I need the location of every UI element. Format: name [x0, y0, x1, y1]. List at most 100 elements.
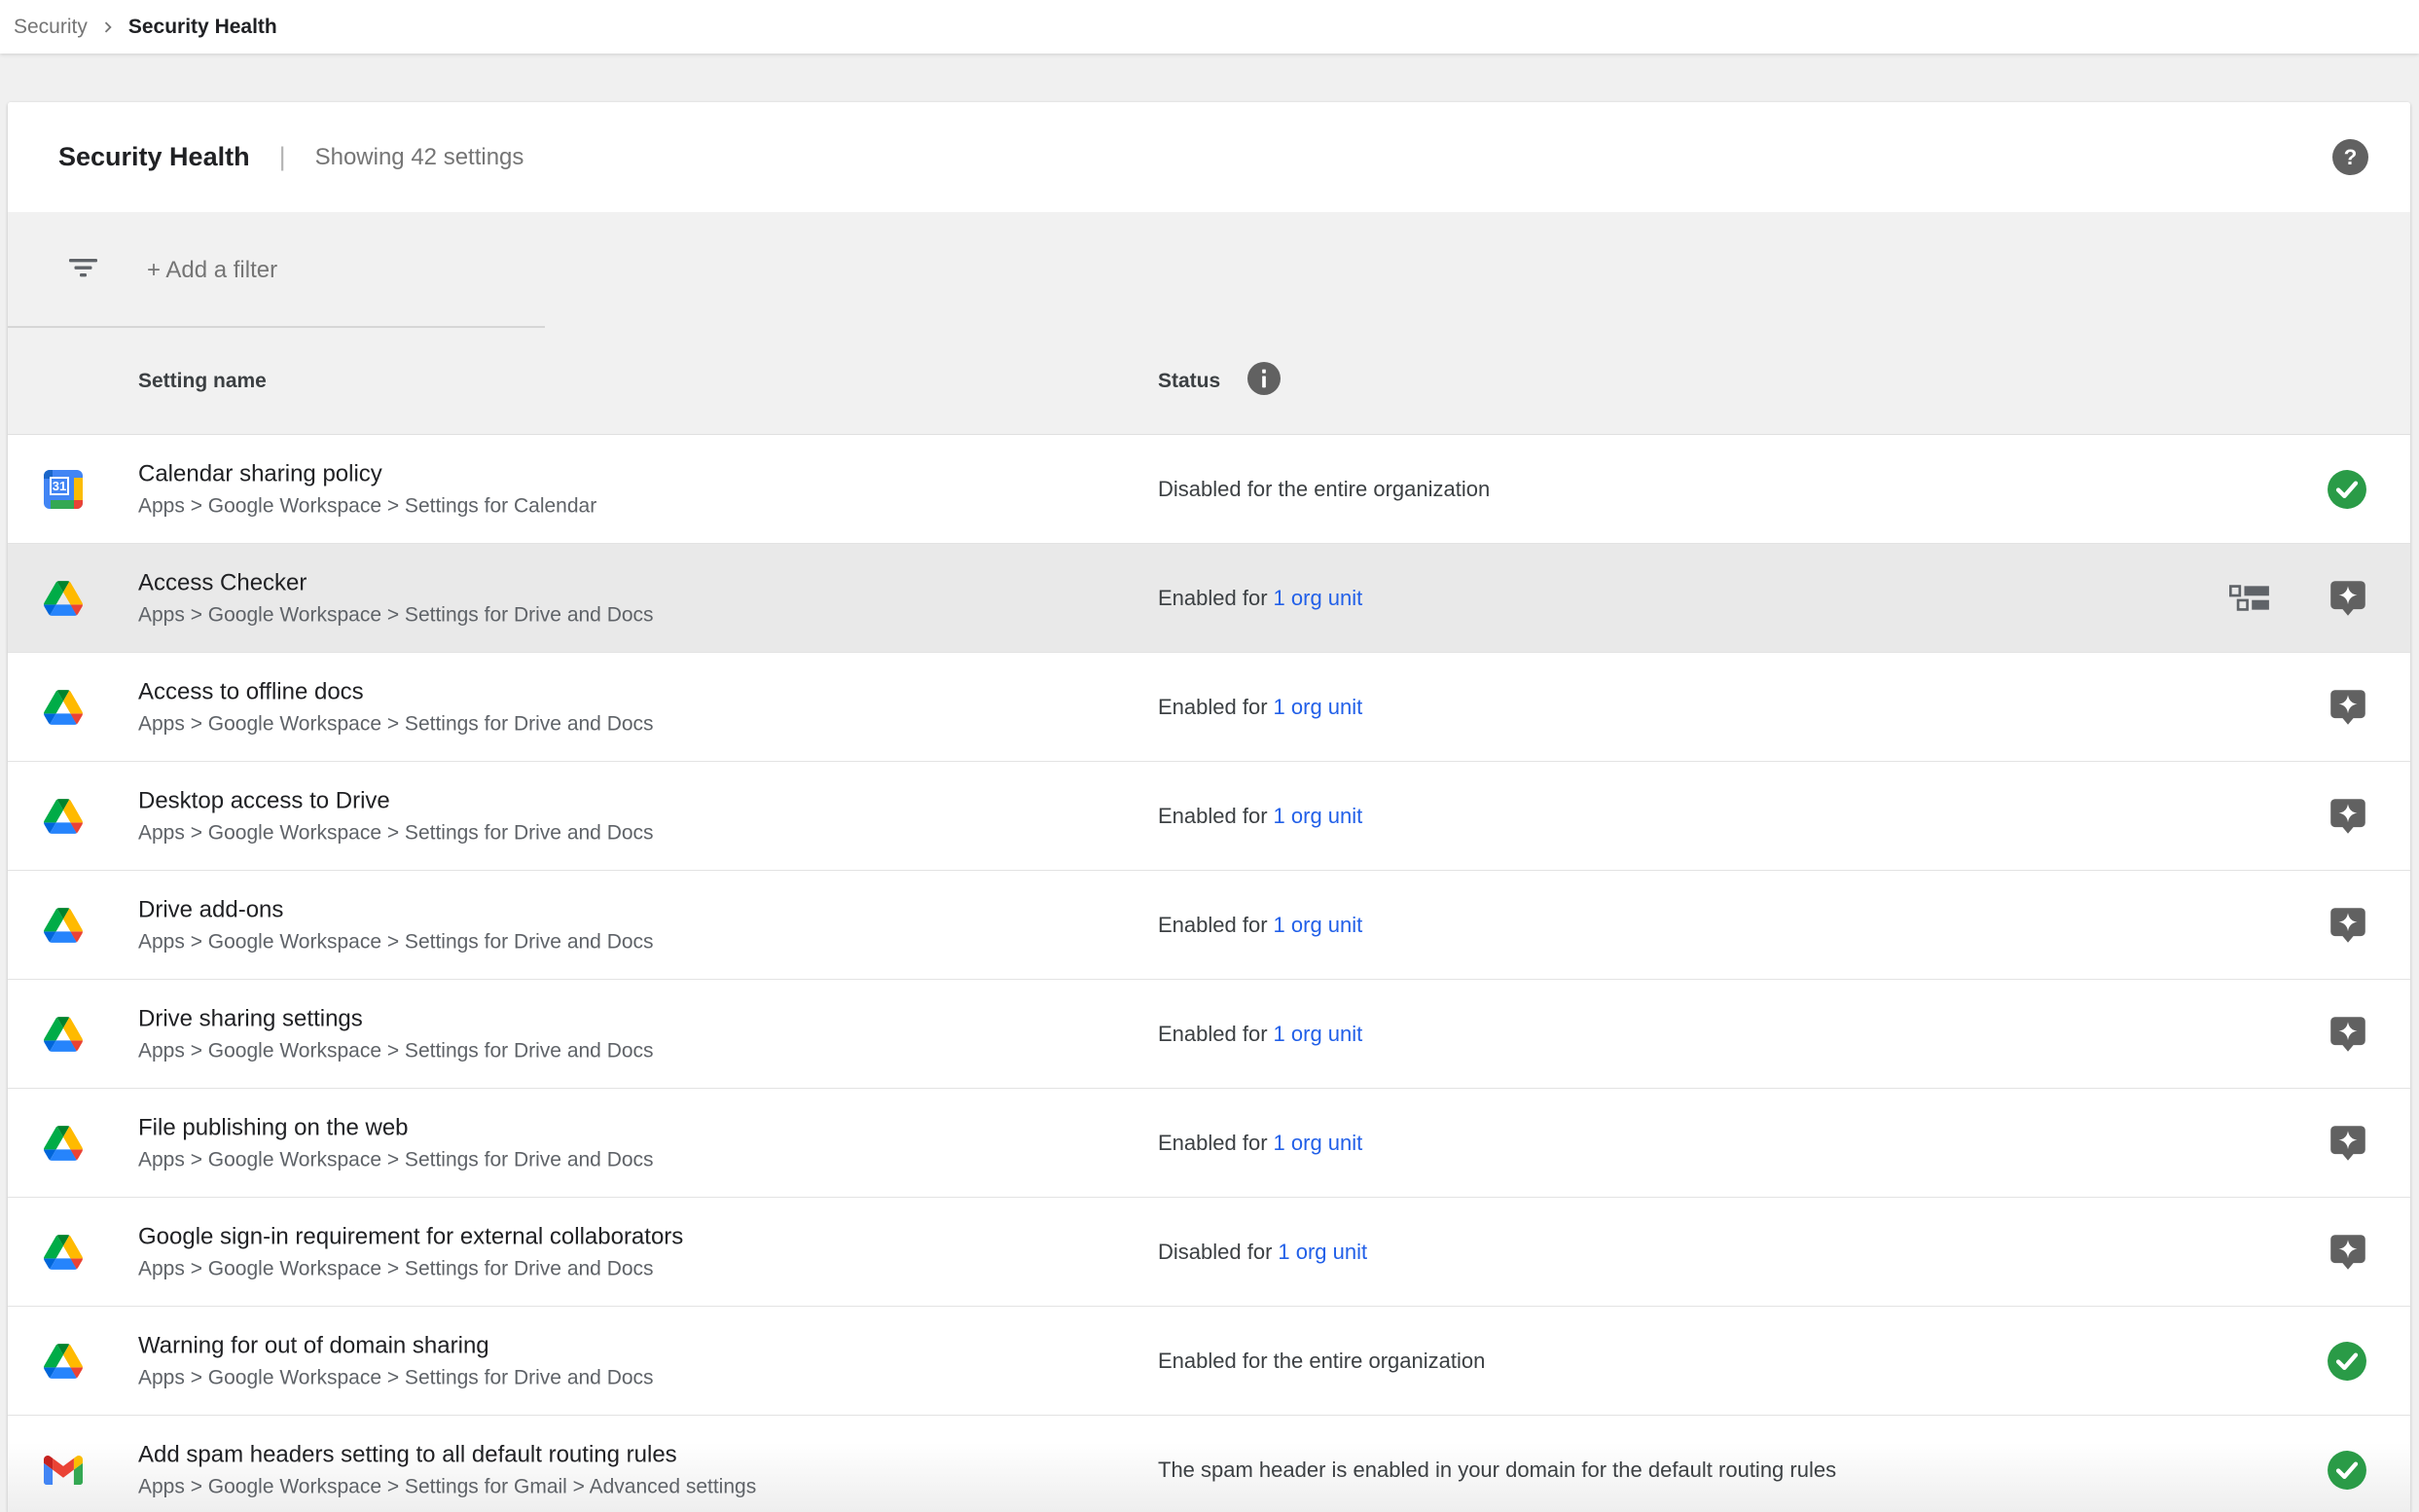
- setting-status: Enabled for1 org unit: [1158, 586, 1362, 611]
- card-header: Security Health | Showing 42 settings ?: [8, 102, 2410, 212]
- table-row[interactable]: 31 Calendar sharing policy Apps > Google…: [8, 435, 2410, 544]
- breadcrumb-item-security-health: Security Health: [128, 16, 277, 39]
- help-button[interactable]: ?: [2332, 139, 2368, 175]
- setting-path: Apps > Google Workspace > Settings for G…: [138, 1472, 756, 1503]
- row-trailing-icons: [2327, 1450, 2367, 1491]
- settings-table-body: 31 Calendar sharing policy Apps > Google…: [8, 435, 2410, 1512]
- table-row[interactable]: 31 Access Checker Apps > Google Workspac…: [8, 544, 2410, 653]
- status-text: Enabled for: [1158, 586, 1268, 610]
- status-text: The spam header is enabled in your domai…: [1158, 1458, 1836, 1482]
- setting-name: Warning for out of domain sharing: [138, 1328, 654, 1362]
- app-icon: 31: [44, 1233, 83, 1272]
- google-calendar-icon: 31: [44, 470, 83, 509]
- org-unit-link[interactable]: 1 org unit: [1274, 804, 1363, 828]
- table-row[interactable]: 31 Google sign-in requirement for extern…: [8, 1198, 2410, 1307]
- setting-text: Desktop access to Drive Apps > Google Wo…: [138, 783, 654, 848]
- row-trailing-icons: [2329, 1015, 2367, 1054]
- setting-text: Google sign-in requirement for external …: [138, 1219, 683, 1284]
- table-row[interactable]: 31 File publishing on the web Apps > Goo…: [8, 1089, 2410, 1198]
- google-drive-icon: [44, 581, 83, 616]
- table-row[interactable]: 31 Access to offline docs Apps > Google …: [8, 653, 2410, 762]
- setting-status: Enabled for1 org unit: [1158, 1022, 1362, 1047]
- setting-status: Disabled for the entire organization: [1158, 477, 1490, 502]
- app-icon: 31: [44, 797, 83, 836]
- setting-text: Add spam headers setting to all default …: [138, 1438, 756, 1503]
- google-drive-icon: [44, 1235, 83, 1270]
- column-setting-name: Setting name: [138, 370, 267, 393]
- setting-path: Apps > Google Workspace > Settings for D…: [138, 599, 654, 630]
- status-ok-icon: [2327, 1341, 2367, 1382]
- google-drive-icon: [44, 908, 83, 943]
- setting-status: Enabled for1 org unit: [1158, 804, 1362, 829]
- row-trailing-icons: [2329, 1233, 2367, 1272]
- row-trailing-icons: [2329, 688, 2367, 727]
- setting-text: Access to offline docs Apps > Google Wor…: [138, 674, 654, 739]
- setting-status: Enabled for1 org unit: [1158, 913, 1362, 938]
- recommendation-icon[interactable]: [2329, 1233, 2367, 1272]
- app-icon: 31: [44, 1451, 83, 1490]
- table-row[interactable]: 31 Drive add-ons Apps > Google Workspace…: [8, 871, 2410, 980]
- setting-name: Access to offline docs: [138, 674, 654, 708]
- filter-list-icon: [68, 256, 98, 284]
- column-status-label: Status: [1158, 370, 1220, 393]
- table-row[interactable]: 31 Drive sharing settings Apps > Google …: [8, 980, 2410, 1089]
- chevron-right-icon: [97, 17, 119, 38]
- recommendation-icon[interactable]: [2329, 688, 2367, 727]
- breadcrumb: Security Security Health: [0, 0, 2419, 54]
- table-row[interactable]: 31 Add spam headers setting to all defau…: [8, 1416, 2410, 1512]
- app-icon: 31: [44, 579, 83, 618]
- status-ok-icon: [2327, 469, 2367, 510]
- setting-text: Warning for out of domain sharing Apps >…: [138, 1328, 654, 1393]
- org-unit-link[interactable]: 1 org unit: [1274, 1022, 1363, 1046]
- google-drive-icon: [44, 1126, 83, 1161]
- setting-name: Add spam headers setting to all default …: [138, 1438, 756, 1472]
- setting-path: Apps > Google Workspace > Settings for D…: [138, 708, 654, 739]
- setting-path: Apps > Google Workspace > Settings for D…: [138, 1035, 654, 1066]
- table-row[interactable]: 31 Desktop access to Drive Apps > Google…: [8, 762, 2410, 871]
- row-trailing-icons: [2327, 1341, 2367, 1382]
- row-trailing-icons: [2327, 469, 2367, 510]
- row-trailing-icons: [2329, 1124, 2367, 1163]
- app-icon: 31: [44, 688, 83, 727]
- app-icon: 31: [44, 1342, 83, 1381]
- security-health-card: Security Health | Showing 42 settings ? …: [8, 102, 2410, 1512]
- setting-status: Enabled for the entire organization: [1158, 1349, 1485, 1374]
- status-text: Enabled for: [1158, 913, 1268, 937]
- recommendation-icon[interactable]: [2329, 797, 2367, 836]
- org-unit-link[interactable]: 1 org unit: [1274, 913, 1363, 937]
- recommendation-icon[interactable]: [2329, 906, 2367, 945]
- setting-status: Enabled for1 org unit: [1158, 695, 1362, 720]
- setting-text: Calendar sharing policy Apps > Google Wo…: [138, 456, 596, 522]
- column-status: Status: [1158, 362, 1281, 401]
- status-ok-icon: [2327, 1450, 2367, 1491]
- info-circle-icon[interactable]: [1247, 362, 1281, 401]
- status-text: Enabled for the entire organization: [1158, 1349, 1485, 1373]
- org-unit-link[interactable]: 1 org unit: [1274, 1131, 1363, 1155]
- setting-status: Enabled for1 org unit: [1158, 1131, 1362, 1156]
- setting-status: Disabled for1 org unit: [1158, 1240, 1367, 1265]
- row-trailing-icons: [2229, 579, 2367, 618]
- setting-path: Apps > Google Workspace > Settings for D…: [138, 1144, 654, 1175]
- recommendation-icon[interactable]: [2329, 1124, 2367, 1163]
- table-row[interactable]: 31 Warning for out of domain sharing App…: [8, 1307, 2410, 1416]
- org-unit-link[interactable]: 1 org unit: [1278, 1240, 1367, 1264]
- setting-name: Calendar sharing policy: [138, 456, 596, 490]
- org-unit-link[interactable]: 1 org unit: [1274, 695, 1363, 719]
- org-unit-link[interactable]: 1 org unit: [1274, 586, 1363, 610]
- app-icon: 31: [44, 1124, 83, 1163]
- app-icon: 31: [44, 1015, 83, 1054]
- page-title: Security Health: [58, 142, 250, 172]
- help-circle-icon: ?: [2332, 163, 2368, 178]
- setting-text: Drive add-ons Apps > Google Workspace > …: [138, 892, 654, 957]
- add-filter-button[interactable]: + Add a filter: [147, 257, 277, 284]
- status-text: Disabled for the entire organization: [1158, 477, 1490, 501]
- setting-name: Desktop access to Drive: [138, 783, 654, 817]
- status-text: Disabled for: [1158, 1240, 1272, 1264]
- setting-path: Apps > Google Workspace > Settings for C…: [138, 490, 596, 522]
- setting-text: Drive sharing settings Apps > Google Wor…: [138, 1001, 654, 1066]
- breadcrumb-item-security[interactable]: Security: [14, 16, 88, 39]
- recommendation-icon[interactable]: [2329, 579, 2367, 618]
- setting-text: Access Checker Apps > Google Workspace >…: [138, 565, 654, 630]
- recommendation-icon[interactable]: [2329, 1015, 2367, 1054]
- table-header: Setting name Status: [8, 328, 2410, 435]
